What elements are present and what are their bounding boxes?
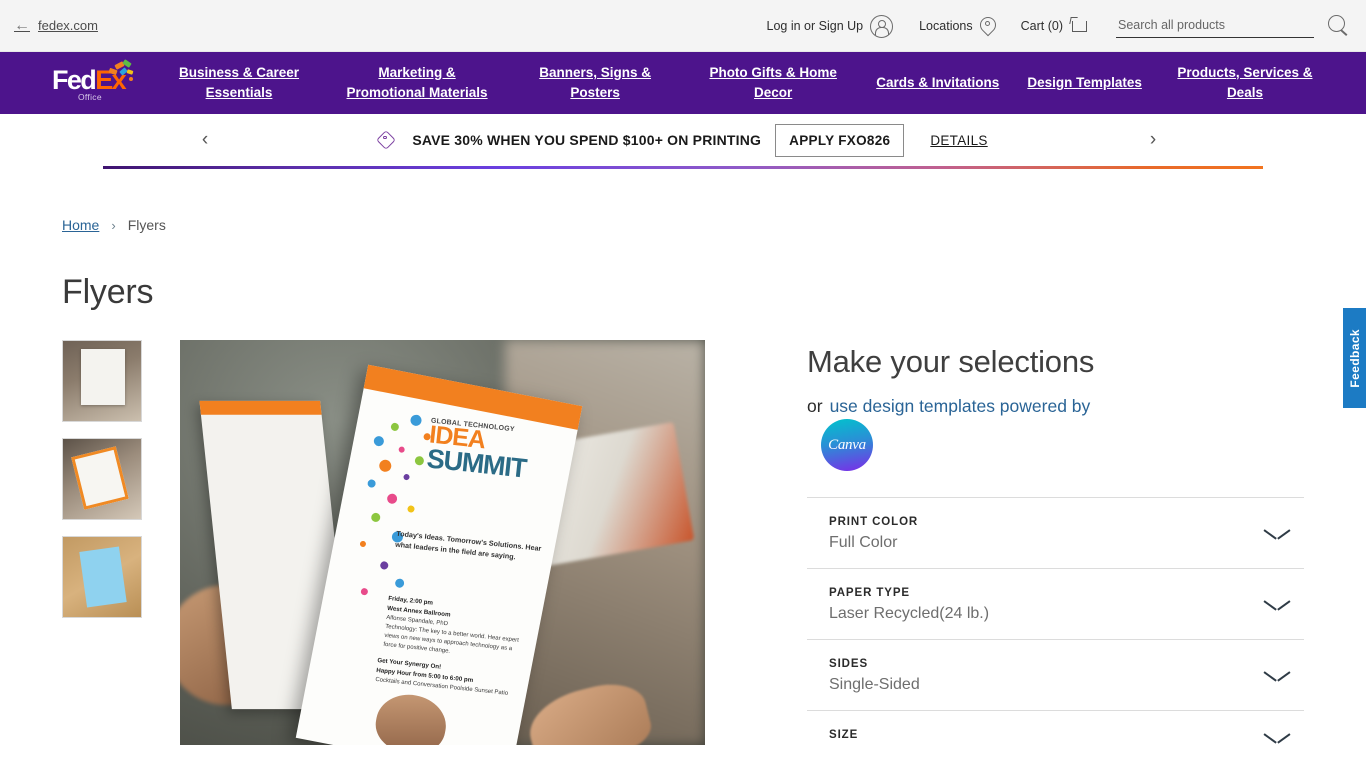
breadcrumb: Home › Flyers bbox=[62, 217, 1304, 233]
gradient-divider bbox=[103, 166, 1263, 169]
locations-label: Locations bbox=[919, 19, 973, 33]
search-icon[interactable] bbox=[1328, 15, 1350, 37]
back-link-label: fedex.com bbox=[38, 18, 98, 33]
nav-item-marketing-promotional-materials[interactable]: Marketing & Promotional Materials bbox=[342, 63, 492, 104]
flyer-session-2: Get Your Synergy On! Happy Hour from 5:0… bbox=[375, 656, 517, 699]
selections-heading: Make your selections bbox=[807, 344, 1095, 379]
user-account-icon bbox=[870, 14, 894, 38]
login-signup-button[interactable]: Log in or Sign Up bbox=[766, 14, 894, 38]
summit-logo: GLOBAL TECHNOLOGY IDEA SUMMIT bbox=[425, 418, 563, 484]
logo-office-text: Office bbox=[78, 92, 102, 102]
or-text: or bbox=[807, 396, 823, 416]
option-label-size: SIZE bbox=[829, 729, 859, 742]
chevron-down-icon[interactable] bbox=[1264, 598, 1290, 612]
cart-button[interactable]: Cart (0) bbox=[1020, 16, 1090, 36]
flyer-session-1: Friday, 2:00 pm West Annex Ballroom Alfo… bbox=[383, 594, 528, 664]
main-navigation: FedEx Office Business & Career Essential… bbox=[0, 52, 1366, 114]
nav-item-business-career-essentials[interactable]: Business & Career Essentials bbox=[164, 63, 314, 104]
chevron-down-icon[interactable] bbox=[1264, 731, 1290, 745]
chevron-down-icon[interactable] bbox=[1264, 527, 1290, 541]
product-options-list: PRINT COLOR Full Color PAPER TYPE Laser … bbox=[807, 497, 1304, 763]
search-input[interactable] bbox=[1116, 14, 1314, 38]
fedex-office-logo[interactable]: FedEx Office bbox=[52, 59, 138, 105]
design-templates-row: or use design templates powered by Canva bbox=[807, 394, 1107, 472]
canva-logo-text: Canva bbox=[828, 436, 866, 453]
back-to-fedex-link[interactable]: ← fedex.com bbox=[14, 16, 98, 34]
promo-message: SAVE 30% WHEN YOU SPEND $100+ ON PRINTIN… bbox=[412, 132, 762, 148]
option-label-sides: SIDES bbox=[829, 658, 869, 671]
chevron-down-icon[interactable] bbox=[1264, 669, 1290, 683]
thumbnail-list bbox=[62, 340, 180, 763]
option-value-paper-type: Laser Recycled(24 lb.) bbox=[829, 605, 990, 623]
thumbnail-image-2[interactable] bbox=[62, 438, 142, 520]
thumbnail-image-3[interactable] bbox=[62, 536, 142, 618]
flyer-session-1-desc: Technology: The key to a better world. H… bbox=[383, 623, 520, 655]
left-arrow-icon: ← bbox=[14, 16, 30, 34]
locations-button[interactable]: Locations bbox=[919, 16, 995, 37]
option-row-size[interactable]: SIZE bbox=[807, 710, 1304, 763]
product-area: GLOBAL TECHNOLOGY IDEA SUMMIT Today's Id… bbox=[62, 340, 1304, 763]
carousel-next-icon[interactable]: › bbox=[1140, 127, 1166, 153]
apply-promo-code-button[interactable]: APPLY FXO826 bbox=[775, 123, 905, 157]
use-design-templates-link[interactable]: use design templates powered by bbox=[830, 394, 1091, 419]
promo-content: SAVE 30% WHEN YOU SPEND $100+ ON PRINTIN… bbox=[376, 123, 987, 157]
hero-product-image[interactable]: GLOBAL TECHNOLOGY IDEA SUMMIT Today's Id… bbox=[180, 340, 705, 745]
promo-details-link[interactable]: DETAILS bbox=[930, 133, 987, 148]
option-row-sides[interactable]: SIDES Single-Sided bbox=[807, 639, 1304, 710]
utility-actions: Log in or Sign Up Locations Cart (0) bbox=[767, 0, 1366, 52]
thumbnail-image-1[interactable] bbox=[62, 340, 142, 422]
nav-item-products-services-deals[interactable]: Products, Services & Deals bbox=[1170, 63, 1320, 104]
feedback-tab-label: Feedback bbox=[1347, 328, 1362, 388]
option-label-paper-type: PAPER TYPE bbox=[829, 587, 910, 600]
breadcrumb-home-link[interactable]: Home bbox=[62, 217, 99, 233]
page-title: Flyers bbox=[62, 273, 154, 311]
option-value-sides: Single-Sided bbox=[829, 676, 920, 694]
carousel-prev-icon[interactable]: ‹ bbox=[192, 127, 218, 153]
promo-carousel: ‹ SAVE 30% WHEN YOU SPEND $100+ ON PRINT… bbox=[0, 114, 1366, 166]
cart-label: Cart (0) bbox=[1020, 19, 1063, 33]
search-area bbox=[1116, 14, 1350, 38]
canva-logo[interactable]: Canva bbox=[821, 419, 873, 472]
page-content: Home › Flyers Flyers GLOBAL TECHNOLOGY I… bbox=[0, 217, 1366, 763]
option-row-paper-type[interactable]: PAPER TYPE Laser Recycled(24 lb.) bbox=[807, 568, 1304, 639]
nav-item-cards-invitations[interactable]: Cards & Invitations bbox=[876, 73, 999, 93]
login-signup-label: Log in or Sign Up bbox=[766, 19, 864, 33]
option-value-print-color: Full Color bbox=[829, 534, 898, 552]
option-label-print-color: PRINT COLOR bbox=[829, 516, 919, 529]
chevron-right-icon: › bbox=[111, 217, 116, 233]
selections-panel: Make your selections or use design templ… bbox=[807, 340, 1304, 763]
breadcrumb-current: Flyers bbox=[127, 217, 166, 233]
shopping-cart-icon bbox=[1069, 16, 1090, 36]
nav-item-banners-signs-posters[interactable]: Banners, Signs & Posters bbox=[520, 63, 670, 104]
nav-item-design-templates[interactable]: Design Templates bbox=[1027, 73, 1142, 93]
map-pin-icon bbox=[980, 16, 995, 37]
logo-fed-text: Fed bbox=[52, 65, 97, 95]
confetti-icon bbox=[107, 59, 137, 87]
tag-icon bbox=[376, 130, 398, 150]
nav-links: Business & Career Essentials Marketing &… bbox=[164, 63, 1366, 104]
option-row-print-color[interactable]: PRINT COLOR Full Color bbox=[807, 497, 1304, 568]
utility-bar: ← fedex.com Log in or Sign Up Locations … bbox=[0, 0, 1366, 52]
nav-item-photo-gifts-home-decor[interactable]: Photo Gifts & Home Decor bbox=[698, 63, 848, 104]
feedback-tab[interactable]: Feedback bbox=[1343, 308, 1366, 408]
